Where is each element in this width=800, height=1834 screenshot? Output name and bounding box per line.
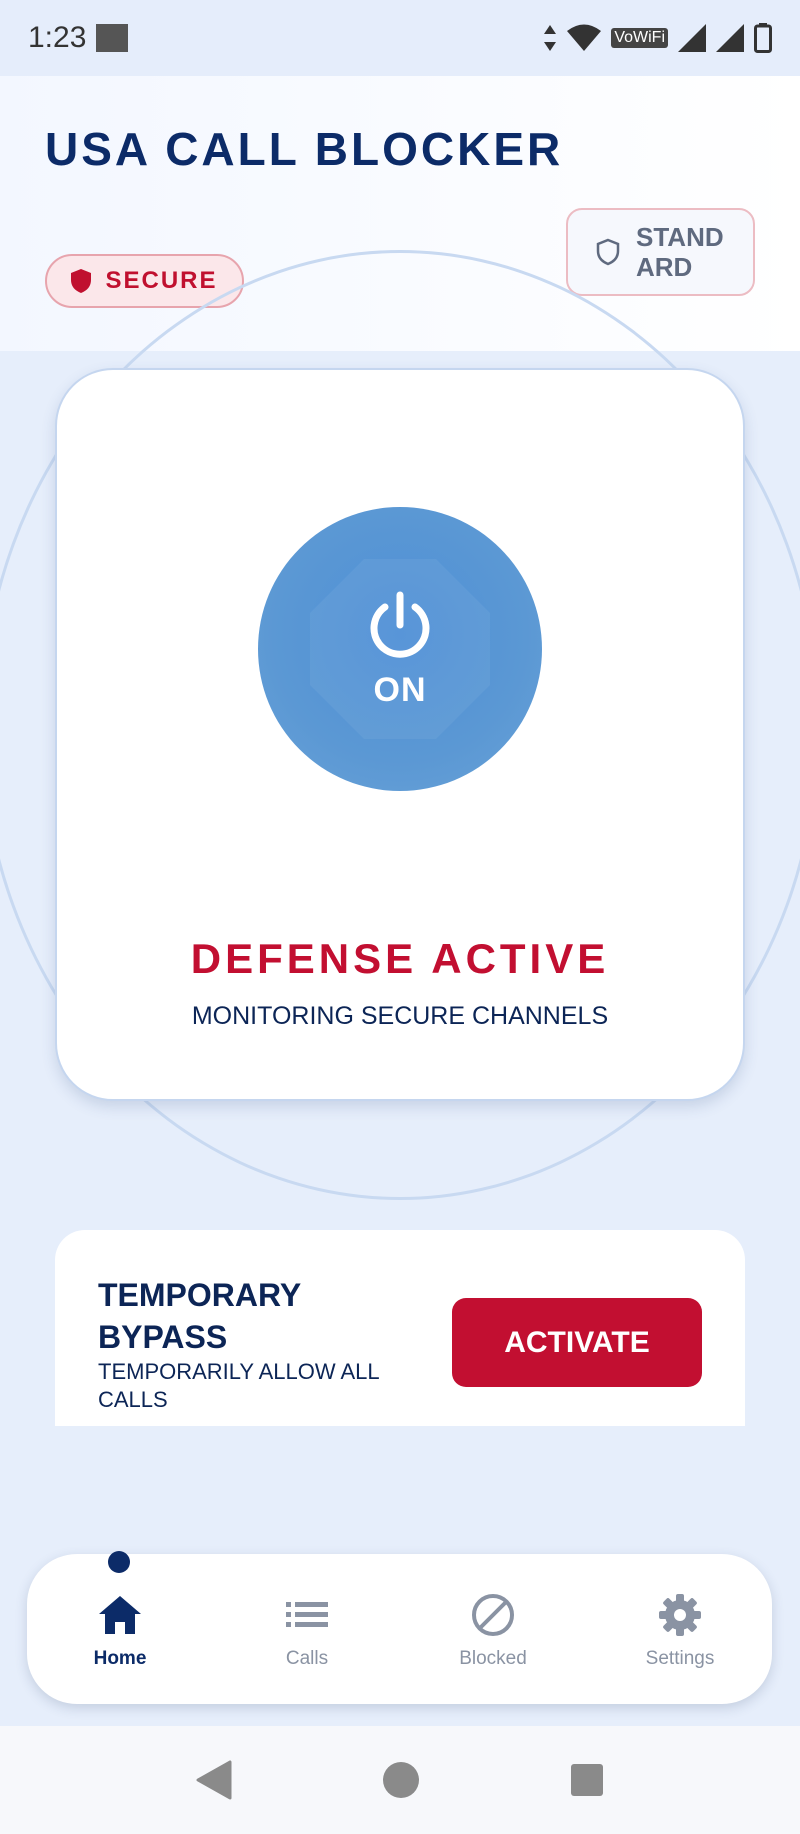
status-bar: 1:23 VoWiFi [0,0,800,76]
activate-button[interactable]: ACTIVATE [452,1298,702,1387]
status-left: 1:23 [28,21,129,55]
mode-button[interactable]: STANDARD [566,208,755,296]
back-icon[interactable] [196,1760,232,1800]
bypass-description: TEMPORARILY ALLOW ALL CALLS [98,1359,379,1412]
nav-item-home[interactable]: Home [50,1592,190,1682]
signal-icon [678,24,706,52]
notification-icon [96,24,129,52]
block-icon [472,1594,514,1636]
nav-label-home: Home [93,1648,147,1669]
status-right: VoWiFi [543,23,772,53]
data-arrows-icon [544,25,557,51]
defense-status-title: DEFENSE ACTIVE [190,935,610,982]
gear-icon [659,1594,701,1636]
recents-icon[interactable] [570,1763,604,1797]
nav-active-indicator [108,1551,130,1573]
home-circle-icon[interactable] [382,1761,420,1799]
nav-label-blocked: Blocked [459,1648,527,1669]
system-nav-bar [0,1726,800,1834]
app-title: USA CALL BLOCKER [45,123,564,175]
home-icon [99,1596,141,1634]
power-icon [370,591,430,658]
list-icon [286,1602,328,1627]
nav-item-settings[interactable]: Settings [610,1592,750,1682]
power-state-label: ON [373,670,427,709]
battery-icon [754,23,772,53]
signal-icon-2 [716,24,744,52]
badge-label: SECURE [105,267,218,294]
shield-outline-icon [596,238,620,266]
wifi-icon [567,24,602,51]
power-toggle-button[interactable]: ON [258,507,542,791]
nav-item-calls[interactable]: Calls [237,1592,377,1682]
shield-icon [71,269,92,293]
status-time: 1:23 [28,21,87,54]
bypass-title: TEMPORARY BYPASS [98,1277,301,1355]
nav-label-calls: Calls [285,1648,329,1669]
vowifi-label: VoWiFi [611,28,668,48]
nav-label-settings: Settings [645,1648,715,1669]
defense-status-subtitle: MONITORING SECURE CHANNELS [191,1002,609,1030]
nav-item-blocked[interactable]: Blocked [423,1592,563,1682]
mode-label: STANDARD [636,222,724,282]
